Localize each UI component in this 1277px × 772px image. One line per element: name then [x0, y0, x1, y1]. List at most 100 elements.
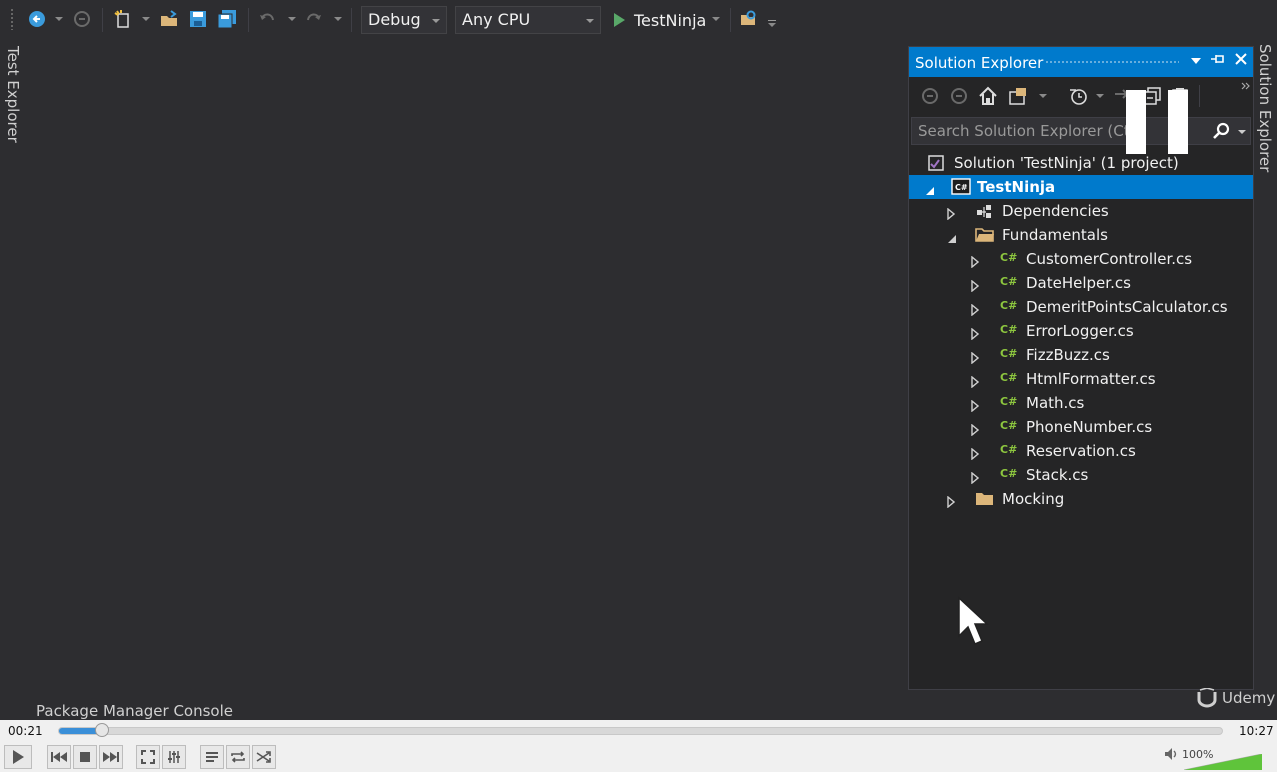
pause-overlay-bar-right — [1168, 90, 1188, 154]
shuffle-icon — [256, 751, 271, 763]
save-icon[interactable] — [187, 8, 209, 30]
pending-changes-dropdown-icon[interactable] — [1096, 94, 1104, 98]
play-button[interactable] — [4, 745, 32, 769]
redo-icon[interactable] — [303, 8, 325, 30]
window-position-icon[interactable] — [1191, 53, 1201, 69]
package-manager-console-tab[interactable]: Package Manager Console — [36, 702, 233, 720]
mute-button[interactable] — [1164, 746, 1180, 766]
playlist-button[interactable] — [200, 745, 224, 769]
title-grip — [1045, 60, 1179, 65]
solution-configuration-select[interactable]: Debug — [361, 6, 447, 34]
next-button[interactable] — [99, 745, 123, 769]
undo-icon[interactable] — [256, 8, 278, 30]
expand-arrow-icon[interactable] — [971, 326, 980, 344]
stop-button[interactable] — [73, 745, 97, 769]
expand-arrow-icon[interactable] — [971, 374, 980, 392]
navigate-back-icon[interactable] — [26, 8, 48, 30]
folder-node-mocking[interactable]: Mocking — [909, 487, 1253, 511]
expand-arrow-icon[interactable] — [947, 494, 956, 512]
pending-changes-filter-icon[interactable] — [1067, 85, 1089, 107]
solution-explorer-side-tab[interactable]: Solution Explorer — [1253, 40, 1277, 180]
fullscreen-button[interactable] — [136, 745, 160, 769]
previous-button[interactable] — [47, 745, 71, 769]
start-debugging-dropdown-icon[interactable] — [712, 17, 720, 21]
csharp-file-icon: C# — [1000, 251, 1018, 264]
file-node[interactable]: C# CustomerController.cs — [909, 247, 1253, 271]
expand-arrow-icon[interactable] — [971, 278, 980, 296]
collapse-arrow-icon[interactable] — [947, 230, 957, 248]
new-project-dropdown-icon[interactable] — [142, 17, 150, 21]
close-icon[interactable] — [1235, 53, 1247, 69]
dependencies-icon — [975, 202, 993, 220]
csharp-file-icon: C# — [1000, 395, 1018, 408]
toolbar-overflow-icon[interactable] — [768, 20, 778, 30]
expand-arrow-icon[interactable] — [971, 302, 980, 320]
open-file-icon[interactable] — [158, 8, 180, 30]
search-options-dropdown-icon[interactable] — [1238, 130, 1246, 134]
redo-dropdown-icon[interactable] — [334, 17, 342, 21]
navigate-forward-icon[interactable] — [71, 8, 93, 30]
project-node-testninja[interactable]: C# TestNinja — [909, 175, 1253, 199]
main-toolbar: Debug Any CPU TestNinja — [0, 0, 1277, 40]
fundamentals-label: Fundamentals — [1002, 226, 1108, 244]
home-icon[interactable] — [977, 85, 999, 107]
loop-button[interactable] — [226, 745, 250, 769]
file-label: DateHelper.cs — [1026, 274, 1131, 292]
file-node[interactable]: C# Stack.cs — [909, 463, 1253, 487]
new-project-icon[interactable] — [112, 8, 134, 30]
open-folder-icon — [975, 226, 994, 244]
file-node[interactable]: C# ErrorLogger.cs — [909, 319, 1253, 343]
collapse-arrow-icon[interactable] — [925, 182, 935, 200]
file-node[interactable]: C# FizzBuzz.cs — [909, 343, 1253, 367]
toolbar-overflow-icon[interactable] — [1241, 81, 1251, 94]
solution-explorer-search-box[interactable] — [911, 117, 1251, 145]
expand-arrow-icon[interactable] — [971, 398, 980, 416]
expand-arrow-icon[interactable] — [947, 206, 956, 224]
pin-icon[interactable] — [1211, 53, 1225, 69]
seek-bar[interactable] — [58, 723, 1223, 737]
solution-node[interactable]: Solution 'TestNinja' (1 project) — [909, 151, 1253, 175]
toolbar-separator — [248, 8, 249, 32]
test-explorer-tab-label: Test Explorer — [4, 46, 22, 143]
file-node[interactable]: C# Math.cs — [909, 391, 1253, 415]
expand-arrow-icon[interactable] — [971, 350, 980, 368]
expand-arrow-icon[interactable] — [971, 254, 980, 272]
volume-slider[interactable] — [1184, 754, 1262, 770]
skip-forward-icon — [103, 752, 119, 762]
undo-dropdown-icon[interactable] — [288, 17, 296, 21]
navigate-back-dropdown-icon[interactable] — [55, 17, 63, 21]
play-icon — [13, 750, 24, 764]
toolbar-grip[interactable] — [10, 8, 14, 30]
file-node[interactable]: C# Reservation.cs — [909, 439, 1253, 463]
start-debugging-button[interactable]: TestNinja — [612, 6, 706, 34]
solution-explorer-title-bar[interactable]: Solution Explorer — [909, 47, 1253, 77]
back-icon[interactable] — [919, 85, 941, 107]
fullscreen-icon — [141, 750, 155, 764]
search-icon[interactable] — [1212, 122, 1230, 144]
solution-explorer-toolbar — [909, 79, 1253, 113]
switch-views-dropdown-icon[interactable] — [1039, 94, 1047, 98]
test-explorer-side-tab[interactable]: Test Explorer — [0, 40, 28, 160]
expand-arrow-icon[interactable] — [971, 470, 980, 488]
find-in-files-icon[interactable] — [738, 8, 760, 30]
expand-arrow-icon[interactable] — [971, 422, 980, 440]
save-all-icon[interactable] — [216, 8, 238, 30]
shuffle-button[interactable] — [252, 745, 276, 769]
search-input[interactable] — [912, 118, 1212, 144]
file-node[interactable]: C# PhoneNumber.cs — [909, 415, 1253, 439]
csharp-file-icon: C# — [1000, 419, 1018, 432]
file-node[interactable]: C# HtmlFormatter.cs — [909, 367, 1253, 391]
solution-platform-select[interactable]: Any CPU — [455, 6, 601, 34]
folder-node-fundamentals[interactable]: Fundamentals — [909, 223, 1253, 247]
loop-icon — [231, 751, 245, 763]
solution-icon — [927, 154, 945, 172]
file-node[interactable]: C# DateHelper.cs — [909, 271, 1253, 295]
forward-icon[interactable] — [948, 85, 970, 107]
dependencies-node[interactable]: Dependencies — [909, 199, 1253, 223]
project-label: TestNinja — [977, 178, 1056, 196]
file-node[interactable]: C# DemeritPointsCalculator.cs — [909, 295, 1253, 319]
switch-views-icon[interactable] — [1007, 85, 1029, 107]
seek-handle[interactable] — [95, 723, 109, 737]
expand-arrow-icon[interactable] — [971, 446, 980, 464]
extended-settings-button[interactable] — [162, 745, 186, 769]
